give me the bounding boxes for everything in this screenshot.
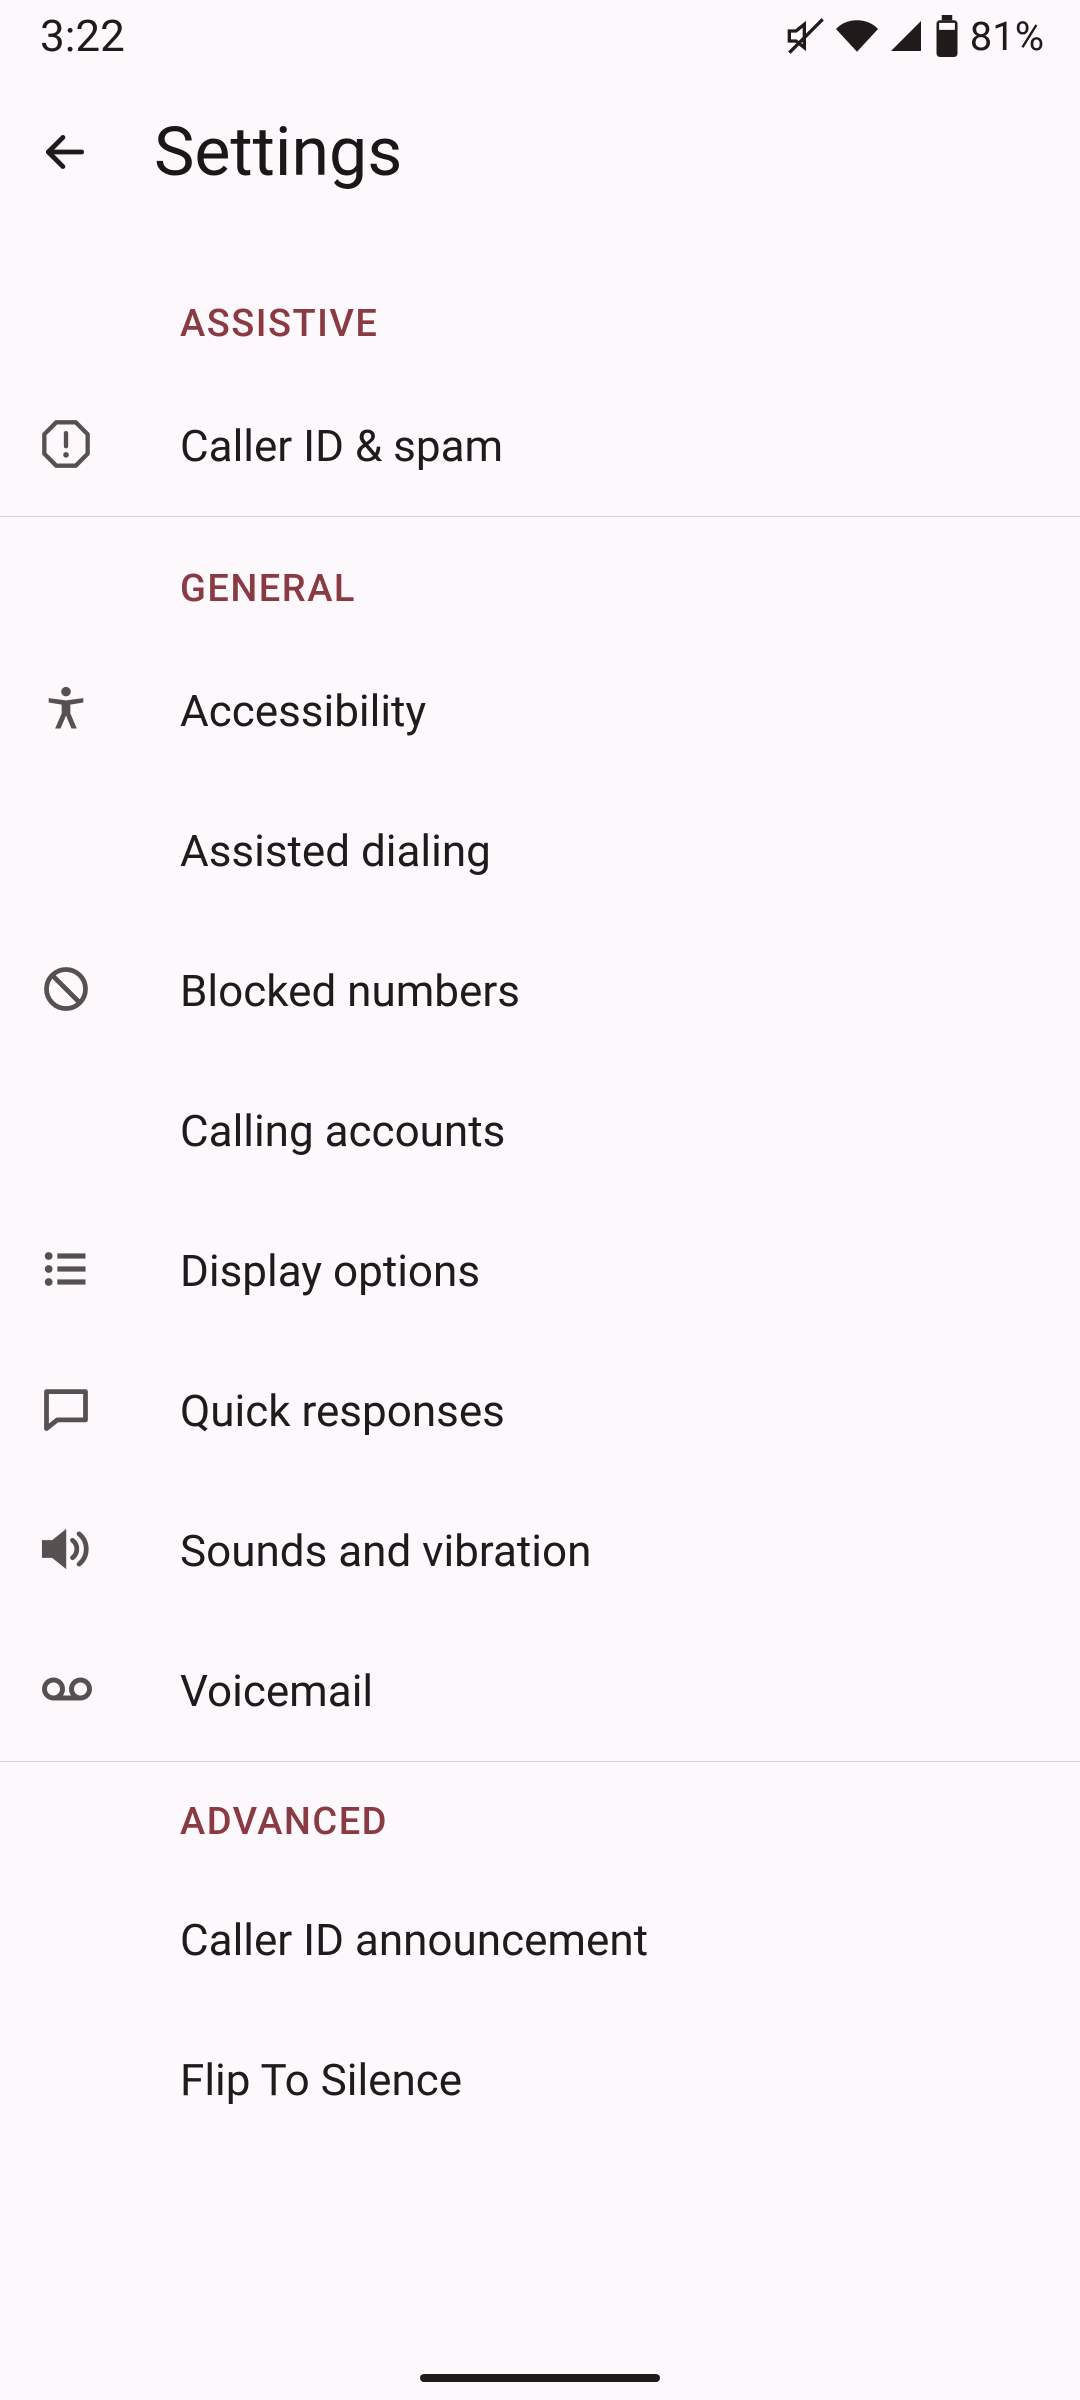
battery-icon [934,15,960,57]
alert-octagon-icon [40,418,92,474]
voicemail-icon [40,1662,94,1720]
arrow-back-icon [40,127,90,177]
item-flip-to-silence[interactable]: Flip To Silence [0,2010,1080,2150]
item-label: Assisted dialing [180,825,491,877]
status-time: 3:22 [40,10,125,62]
cell-signal-icon [888,18,924,54]
item-label: Caller ID announcement [180,1914,648,1966]
item-assisted-dialing[interactable]: Assisted dialing [0,781,1080,921]
item-label: Voicemail [180,1665,373,1717]
item-voicemail[interactable]: Voicemail [0,1621,1080,1761]
settings-content: ASSISTIVE Caller ID & spam GENERAL Acces… [0,232,1080,2150]
nav-handle[interactable] [420,2374,660,2382]
mute-icon [786,16,826,56]
section-header-advanced: ADVANCED [0,1762,1080,1870]
item-label: Sounds and vibration [180,1525,591,1577]
item-label: Accessibility [180,685,426,737]
accessibility-icon [40,683,92,739]
item-display-options[interactable]: Display options [0,1201,1080,1341]
item-caller-id-announcement[interactable]: Caller ID announcement [0,1870,1080,2010]
item-blocked-numbers[interactable]: Blocked numbers [0,921,1080,1061]
page-title: Settings [154,112,402,192]
status-bar: 3:22 81% [0,0,1080,72]
item-sounds-vibration[interactable]: Sounds and vibration [0,1481,1080,1621]
item-quick-responses[interactable]: Quick responses [0,1341,1080,1481]
item-label: Caller ID & spam [180,420,503,472]
status-right: 81% [786,13,1044,60]
item-caller-id-spam[interactable]: Caller ID & spam [0,376,1080,516]
item-label: Quick responses [180,1385,505,1437]
item-label: Display options [180,1245,480,1297]
message-icon [40,1383,92,1439]
back-button[interactable] [40,127,90,177]
item-label: Blocked numbers [180,965,520,1017]
app-bar: Settings [0,72,1080,232]
battery-percent: 81% [970,13,1044,60]
wifi-icon [836,15,878,57]
item-calling-accounts[interactable]: Calling accounts [0,1061,1080,1201]
item-label: Calling accounts [180,1105,505,1157]
section-header-general: GENERAL [0,517,1080,641]
item-accessibility[interactable]: Accessibility [0,641,1080,781]
item-label: Flip To Silence [180,2054,462,2106]
block-icon [40,963,92,1019]
list-icon [40,1243,92,1299]
section-header-assistive: ASSISTIVE [0,252,1080,376]
volume-icon [40,1523,92,1579]
